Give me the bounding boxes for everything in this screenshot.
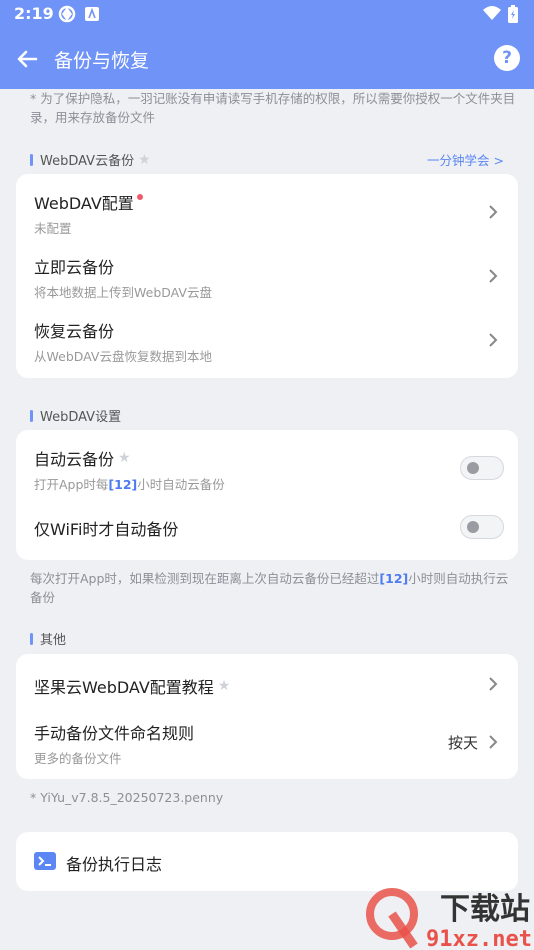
app-bar: 备份与恢复 ? [0,28,534,89]
svg-text:下载站: 下载站 [440,892,530,927]
terminal-icon [34,852,56,870]
webdav-config-title: WebDAV配置 [34,194,134,213]
wifi-only-title: 仅WiFi时才自动备份 [34,520,179,539]
tutorial-title: 坚果云WebDAV配置教程 [34,678,214,697]
chevron-right-icon [489,269,498,283]
section-marker [30,409,33,422]
section-marker [30,632,33,645]
note-hours: [12] [379,571,409,586]
wifi-only-toggle[interactable] [460,515,504,539]
page-title: 备份与恢复 [54,50,150,72]
auto-backup-sub-prefix: 打开App时每 [34,477,109,492]
auto-backup-toggle[interactable] [460,456,504,480]
status-time: 2:19 [14,4,54,23]
app-notification-icon [84,5,100,27]
backup-now-row[interactable]: 立即云备份 将本地数据上传到WebDAV云盘 [16,242,518,306]
auto-backup-title: 自动云备份 [34,450,115,469]
unconfigured-dot [136,194,143,200]
section-header-webdav-cloud: WebDAV云备份 ★ [30,150,151,169]
section-title: 其他 [40,633,67,648]
back-arrow-icon[interactable] [12,44,42,74]
restore-title: 恢复云备份 [34,322,115,341]
section-title: WebDAV云备份 [40,154,135,169]
log-card[interactable]: 备份执行日志 [16,832,518,891]
battery-icon [508,5,518,27]
chevron-right-icon [489,735,498,749]
naming-rule-row[interactable]: 手动备份文件命名规则 更多的备份文件 按天 [16,712,518,778]
naming-rule-subtitle: 更多的备份文件 [34,751,122,766]
auto-backup-subtitle: 打开App时每[12]小时自动云备份 [34,474,225,493]
chevron-right-icon [489,677,498,691]
svg-text:91xz.net: 91xz.net [426,927,532,950]
log-title: 备份执行日志 [66,855,163,874]
section-header-other: 其他 [30,629,66,648]
tutorial-row[interactable]: 坚果云WebDAV配置教程 ★ [16,654,518,712]
note-prefix: 每次打开App时，如果检测到现在距离上次自动云备份已经超过 [30,571,380,586]
watermark-logo-icon: 下载站 91xz.net [366,888,532,950]
restore-row[interactable]: 恢复云备份 从WebDAV云盘恢复数据到本地 [16,306,518,374]
backup-now-title: 立即云备份 [34,258,115,277]
wifi-only-row: 仅WiFi时才自动备份 [16,500,518,558]
webdav-config-subtitle: 未配置 [34,221,72,236]
other-card: 坚果云WebDAV配置教程 ★ 手动备份文件命名规则 更多的备份文件 按天 [16,654,518,779]
star-icon[interactable]: ★ [138,152,151,168]
chevron-right-icon [489,333,498,347]
learn-link[interactable]: 一分钟学会 > [427,150,504,169]
auto-backup-note: 每次打开App时，如果检测到现在距离上次自动云备份已经超过[12]小时则自动执行… [30,569,520,607]
wifi-icon [483,5,501,25]
toggle-knob [467,462,479,474]
sync-icon [58,5,76,27]
auto-backup-hours[interactable]: [12] [108,477,137,492]
version-text: * YiYu_v7.8.5_20250723.penny [30,790,224,805]
star-icon[interactable]: ★ [218,678,231,694]
star-icon[interactable]: ★ [118,450,131,466]
auto-backup-row: 自动云备份 ★ 打开App时每[12]小时自动云备份 [16,430,518,500]
restore-subtitle: 从WebDAV云盘恢复数据到本地 [34,349,212,364]
toggle-knob [467,521,479,533]
help-icon[interactable]: ? [494,45,520,71]
section-title: WebDAV设置 [40,410,122,425]
auto-backup-sub-suffix: 小时自动云备份 [137,477,225,492]
site-watermark-logo: 下载站 91xz.net [362,886,534,950]
naming-rule-value: 按天 [447,734,478,752]
backup-now-subtitle: 将本地数据上传到WebDAV云盘 [34,285,212,300]
section-header-webdav-settings: WebDAV设置 [30,406,121,425]
naming-rule-title: 手动备份文件命名规则 [34,724,195,743]
section-marker [30,153,33,166]
webdav-cloud-card: WebDAV配置 未配置 立即云备份 将本地数据上传到WebDAV云盘 恢复云备… [16,174,518,378]
webdav-settings-card: 自动云备份 ★ 打开App时每[12]小时自动云备份 仅WiFi时才自动备份 [16,430,518,560]
privacy-note: * 为了保护隐私，一羽记账没有申请读写手机存储的权限，所以需要你授权一个文件夹目… [30,91,516,125]
chevron-right-icon [489,205,498,219]
webdav-config-row[interactable]: WebDAV配置 未配置 [16,174,518,242]
status-bar: 2:19 [0,0,534,28]
